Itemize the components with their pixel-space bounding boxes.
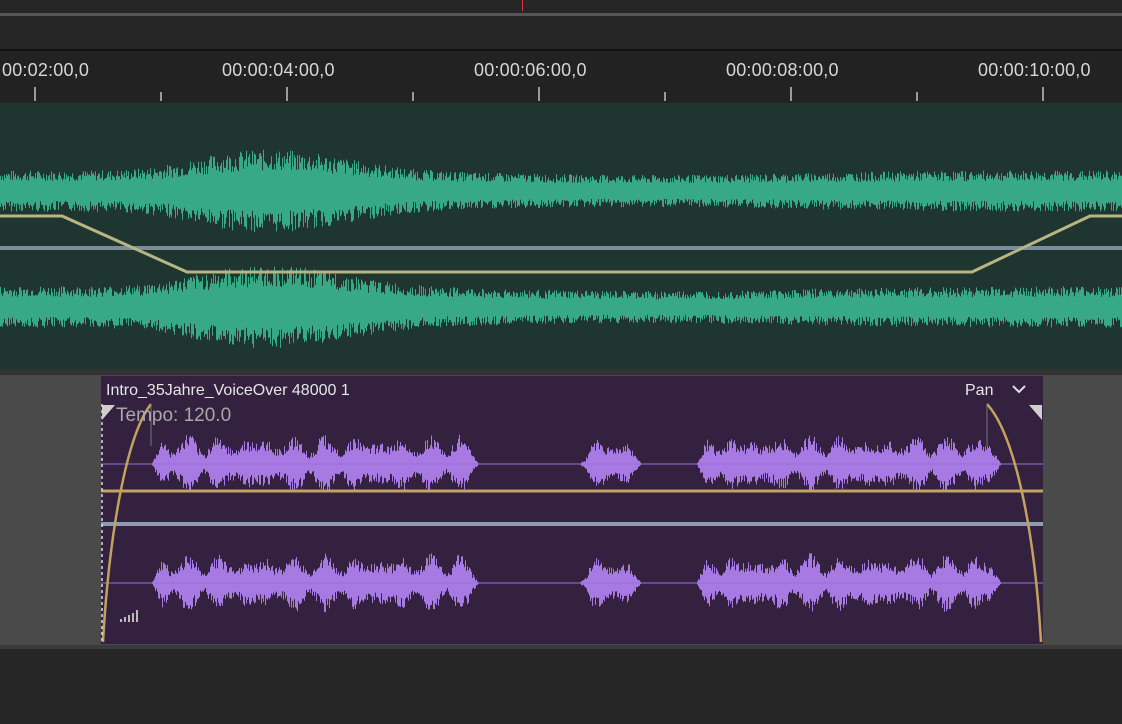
ruler-label: 00:00:08:00,0 (726, 60, 839, 80)
chevron-down-icon[interactable] (1010, 380, 1028, 398)
ruler-minor-tick (412, 92, 414, 101)
ruler-label: 00:02:00,0 (2, 60, 90, 80)
ruler-label: 00:00:06:00,0 (474, 60, 587, 80)
ruler-major-tick (286, 87, 288, 101)
ruler-minor-tick (916, 92, 918, 101)
voiceover-clip[interactable] (101, 376, 1043, 644)
waveform-channel-left (0, 149, 1122, 232)
ruler-major-tick (790, 87, 792, 101)
signal-bars-icon[interactable] (120, 610, 138, 622)
volume-automation-line[interactable] (0, 214, 1122, 274)
ruler-label: 00:00:04:00,0 (222, 60, 335, 80)
waveform-channel-right (0, 266, 1122, 348)
empty-track-area[interactable] (0, 649, 1122, 724)
overview-scroll-bar[interactable] (0, 13, 1122, 16)
ruler-label: 00:00:10:00,0 (978, 60, 1091, 80)
fade-in-handle-icon[interactable] (102, 405, 115, 420)
ruler-major-tick (1042, 87, 1044, 101)
ruler-minor-tick (160, 92, 162, 101)
timeline-overview-strip[interactable] (0, 0, 1122, 51)
clip-title: Intro_35Jahre_VoiceOver 48000 1 (106, 382, 350, 399)
ruler-major-tick (34, 87, 36, 101)
ruler-major-tick (538, 87, 540, 101)
time-ruler[interactable]: 00:02:00,0 00:00:04:00,0 00:00:06:00,0 0… (0, 51, 1122, 102)
tempo-label: Tempo: 120.0 (116, 405, 232, 426)
audio-track-1-clip[interactable] (0, 103, 1122, 369)
pan-label[interactable]: Pan (965, 382, 993, 400)
fade-out-handle-icon[interactable] (1029, 405, 1042, 420)
ruler-minor-tick (664, 92, 666, 101)
playhead-marker[interactable] (522, 0, 523, 11)
